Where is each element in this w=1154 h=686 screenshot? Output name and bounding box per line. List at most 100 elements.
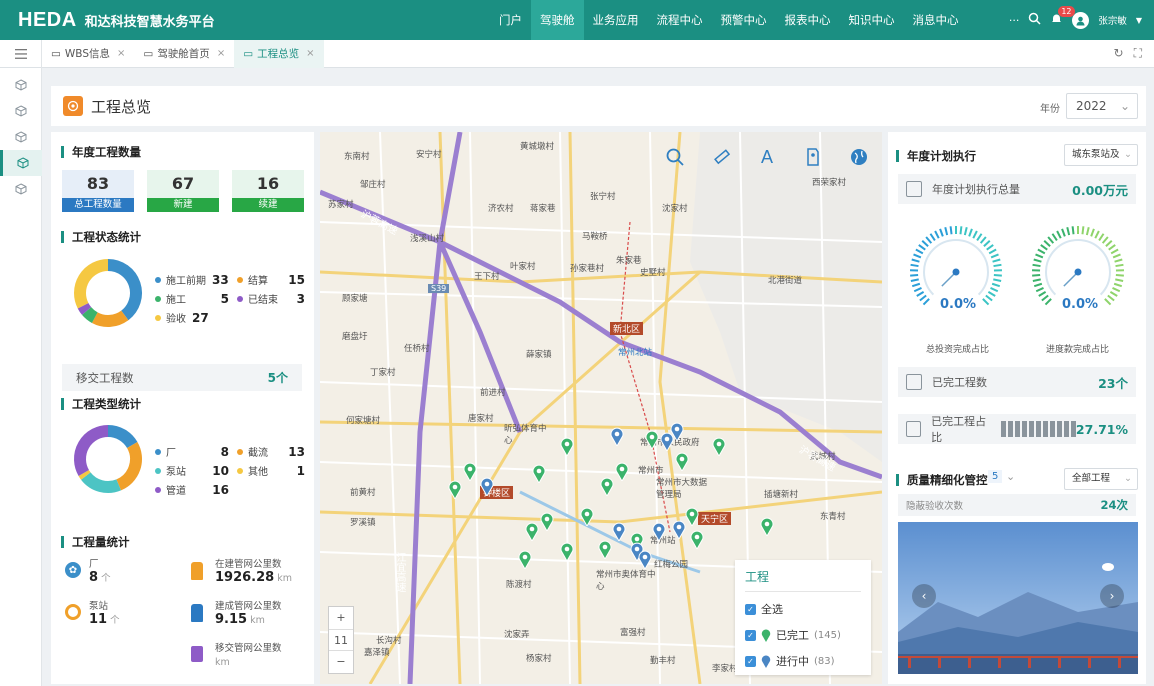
gauge-tick (944, 227, 949, 236)
map-place-label: 前进村 (480, 388, 506, 398)
tag-icon[interactable] (800, 144, 826, 170)
nav-cockpit[interactable]: 驾驶舱 (531, 0, 584, 40)
zoom-in-button[interactable]: + (329, 607, 353, 629)
nav-portal[interactable]: 门户 (490, 0, 531, 40)
tab-project-overview[interactable]: ▭ 工程总览 × (234, 39, 324, 68)
status-legend-item: 施工 5 (155, 291, 237, 306)
project-map[interactable]: 东南村 安宁村 黄城墩村 邹庄村 苏家村 济农村 蒋家巷 张宁村 沈家村 西荣家… (320, 132, 882, 684)
chevron-down-icon[interactable]: ⌄ (1006, 470, 1015, 483)
user-name[interactable]: 张宗敏 (1098, 13, 1127, 27)
tab-cockpit-home[interactable]: ▭ 驾驶舱首页 × (134, 40, 234, 68)
project-pin-completed-icon[interactable] (645, 430, 659, 452)
bell-icon[interactable]: 12 (1050, 6, 1075, 28)
project-pin-in-progress-icon[interactable] (672, 520, 686, 542)
nav-report[interactable]: 报表中心 (776, 0, 840, 40)
project-pin-in-progress-icon[interactable] (638, 550, 652, 572)
search-icon[interactable] (1028, 12, 1041, 28)
nav-knowledge[interactable]: 知识中心 (840, 0, 904, 40)
project-pin-completed-icon[interactable] (448, 480, 462, 502)
gauge-tick (976, 233, 983, 241)
legend-select-all[interactable]: ✓ 全选 (745, 596, 861, 622)
project-pin-completed-icon[interactable] (760, 517, 774, 539)
globe-icon[interactable] (846, 144, 872, 170)
donut-segment (77, 302, 92, 315)
project-pin-in-progress-icon[interactable] (652, 522, 666, 544)
project-pin-completed-icon[interactable] (463, 462, 477, 484)
pump-qty: 泵站 11 个 (65, 598, 120, 627)
menu-toggle-icon[interactable] (0, 39, 42, 68)
project-pin-completed-icon[interactable] (600, 477, 614, 499)
year-value: 2022 (1076, 99, 1107, 113)
legend-in-progress[interactable]: ✓ 进行中 (83) (745, 648, 861, 674)
rail-item-4-icon[interactable] (0, 150, 42, 176)
plan-total-label: 年度计划执行总量 (932, 183, 1020, 196)
project-pin-in-progress-icon[interactable] (480, 477, 494, 499)
gauge-tick (1061, 228, 1066, 237)
project-pin-completed-icon[interactable] (675, 452, 689, 474)
continued-projects-box[interactable]: 16 续建 (232, 170, 304, 212)
ruler-icon[interactable] (708, 144, 734, 170)
rail-item-5-icon[interactable] (0, 176, 42, 202)
project-pin-in-progress-icon[interactable] (670, 422, 684, 444)
gauge-tick (983, 240, 991, 247)
close-icon[interactable]: × (217, 40, 225, 68)
tab-wbs[interactable]: ▭ WBS信息 × (42, 40, 134, 68)
close-icon[interactable]: × (117, 40, 125, 68)
gauge-tick (913, 253, 922, 259)
project-pin-completed-icon[interactable] (690, 530, 704, 552)
zoom-out-button[interactable]: − (329, 651, 353, 673)
project-pin-completed-icon[interactable] (540, 512, 554, 534)
project-pin-in-progress-icon[interactable] (612, 522, 626, 544)
project-pin-completed-icon[interactable] (560, 542, 574, 564)
total-projects-box[interactable]: 83 总工程数量 (62, 170, 134, 212)
nav-business[interactable]: 业务应用 (584, 0, 648, 40)
project-pin-completed-icon[interactable] (580, 507, 594, 529)
project-pin-completed-icon[interactable] (518, 550, 532, 572)
annual-plan-title: 年度计划执行 (896, 150, 976, 162)
project-pin-completed-icon[interactable] (525, 522, 539, 544)
project-pin-completed-icon[interactable] (685, 507, 699, 529)
search-icon[interactable] (662, 144, 688, 170)
quality-project-select[interactable]: 全部工程 ⌄ (1064, 468, 1138, 490)
project-select[interactable]: 城东泵站及 ⌄ (1064, 144, 1138, 166)
checkbox-checked-icon[interactable]: ✓ (745, 655, 756, 667)
gauge-tick (911, 282, 921, 288)
tab-page-icon: ▭ (143, 47, 154, 60)
checkbox-checked-icon[interactable]: ✓ (745, 629, 756, 641)
project-pin-completed-icon[interactable] (560, 437, 574, 459)
rail-item-2-icon[interactable] (0, 98, 42, 124)
map-place-label: 丁家村 (370, 368, 396, 378)
text-icon[interactable]: A (754, 144, 780, 170)
year-label: 年份 (1040, 104, 1060, 115)
transfer-projects-row[interactable]: 移交工程数 5个 (62, 364, 302, 391)
quality-photo-carousel[interactable]: ‹ › (898, 522, 1138, 674)
map-toolbar: A (662, 144, 872, 170)
gauge-tick (1038, 291, 1047, 297)
new-projects-box[interactable]: 67 新建 (147, 170, 219, 212)
user-avatar-icon[interactable] (1072, 11, 1090, 29)
project-pin-completed-icon[interactable] (532, 464, 546, 486)
project-pin-completed-icon[interactable] (598, 540, 612, 562)
nav-warning[interactable]: 预警中心 (712, 0, 776, 40)
rail-item-3-icon[interactable] (0, 124, 42, 150)
project-pin-completed-icon[interactable] (615, 462, 629, 484)
zoom-control: + 11 − (328, 606, 354, 674)
donut-segment (107, 425, 138, 449)
refresh-icon[interactable]: ↻ (1114, 46, 1124, 61)
rail-item-1-icon[interactable] (0, 72, 42, 98)
close-icon[interactable]: × (306, 40, 314, 68)
project-pin-in-progress-icon[interactable] (610, 427, 624, 449)
project-pin-completed-icon[interactable] (712, 437, 726, 459)
plan-total-value: 0.00万元 (1072, 182, 1128, 198)
chevron-left-icon[interactable]: ‹ (912, 584, 936, 608)
nav-message[interactable]: 消息中心 (904, 0, 968, 40)
chevron-right-icon[interactable]: › (1100, 584, 1124, 608)
fullscreen-icon[interactable]: ⛶ (1134, 46, 1142, 61)
nav-process[interactable]: 流程中心 (648, 0, 712, 40)
gauge-tick (1098, 233, 1105, 241)
more-button[interactable]: ··· (1009, 14, 1020, 27)
legend-completed[interactable]: ✓ 已完工 (145) (745, 622, 861, 648)
caret-down-icon[interactable]: ▼ (1136, 16, 1142, 25)
year-select[interactable]: 2022 ⌄ (1066, 93, 1138, 119)
checkbox-checked-icon[interactable]: ✓ (745, 603, 756, 615)
